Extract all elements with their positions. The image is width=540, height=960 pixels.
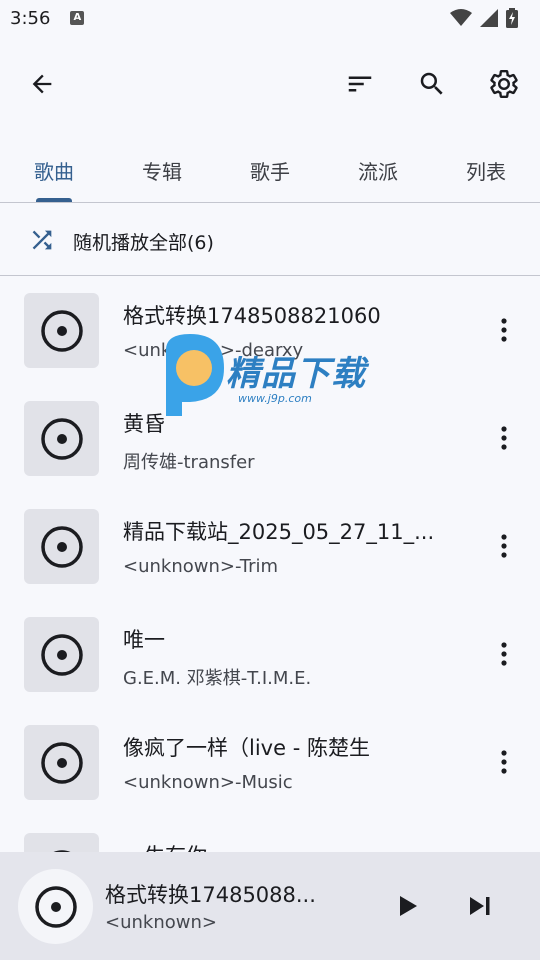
more-vert-icon <box>501 426 507 450</box>
mini-player-title: 格式转换17485088... <box>105 883 316 907</box>
song-subtitle: 周传雄-transfer <box>123 452 255 473</box>
more-vert-icon <box>501 642 507 666</box>
search-button[interactable] <box>408 60 456 108</box>
song-subtitle: <unknown>-Trim <box>123 556 279 577</box>
more-vert-icon <box>501 534 507 558</box>
back-button[interactable] <box>18 60 66 108</box>
tab-playlists[interactable]: 列表 <box>432 140 540 200</box>
skip-next-icon <box>470 897 490 915</box>
tab-indicator <box>36 198 72 202</box>
battery-icon <box>506 8 518 28</box>
song-title: 一生有你 <box>123 840 453 852</box>
tab-songs[interactable]: 歌曲 <box>0 140 108 200</box>
song-subtitle: <unknown>-Music <box>123 772 293 793</box>
tab-genres[interactable]: 流派 <box>324 140 432 200</box>
more-options-button[interactable] <box>480 306 528 354</box>
tab-bar: 歌曲 专辑 歌手 流派 列表 <box>0 140 540 203</box>
disc-icon <box>40 417 83 460</box>
mini-player[interactable]: 格式转换17485088... <unknown> <box>0 852 540 960</box>
app-bar <box>0 52 540 116</box>
more-options-button[interactable] <box>480 630 528 678</box>
song-subtitle: G.E.M. 邓紫棋-T.I.M.E. <box>123 668 312 689</box>
album-cover <box>24 401 99 476</box>
album-cover <box>24 617 99 692</box>
disc-icon <box>40 525 83 568</box>
song-row[interactable]: 格式转换1748508821060 <unknown>-dearxy <box>0 276 540 384</box>
a-icon: A <box>70 11 85 25</box>
song-title: 黄昏 <box>123 412 165 436</box>
song-row[interactable]: 唯一 G.E.M. 邓紫棋-T.I.M.E. <box>0 600 540 708</box>
next-button[interactable] <box>456 882 504 930</box>
song-title: 精品下载站_2025_05_27_11_... <box>123 520 435 544</box>
song-row[interactable]: 黄昏 周传雄-transfer <box>0 384 540 492</box>
song-list: 格式转换1748508821060 <unknown>-dearxy 黄昏 周传… <box>0 276 540 852</box>
status-icons <box>450 8 518 28</box>
mini-player-subtitle: <unknown> <box>105 912 217 933</box>
tab-albums[interactable]: 专辑 <box>108 140 216 200</box>
more-vert-icon <box>501 318 507 342</box>
wifi-icon <box>450 9 472 26</box>
disc-icon <box>40 633 83 676</box>
arrow-back-icon <box>32 74 52 94</box>
disc-icon <box>40 741 83 784</box>
album-cover <box>24 725 99 800</box>
album-cover <box>24 293 99 368</box>
song-title: 像疯了一样（live - 陈楚生 <box>123 736 370 760</box>
mini-player-cover <box>18 869 93 944</box>
disc-icon <box>40 309 83 352</box>
signal-icon <box>480 9 498 27</box>
song-title: 格式转换1748508821060 <box>123 304 381 328</box>
more-vert-icon <box>501 750 507 774</box>
play-button[interactable] <box>384 882 432 930</box>
more-options-button[interactable] <box>480 738 528 786</box>
more-options-button[interactable] <box>480 414 528 462</box>
song-row[interactable]: 一生有你 <box>0 816 540 852</box>
shuffle-icon <box>32 230 52 250</box>
shuffle-all-button[interactable]: 随机播放全部(6) <box>0 204 540 276</box>
album-cover <box>24 509 99 584</box>
album-cover <box>24 833 99 852</box>
song-title: 唯一 <box>123 628 165 652</box>
status-bar: 3:56 A <box>0 0 540 36</box>
play-icon <box>400 896 417 916</box>
search-icon <box>420 72 443 95</box>
gear-icon <box>490 70 518 98</box>
song-row[interactable]: 精品下载站_2025_05_27_11_... <unknown>-Trim <box>0 492 540 600</box>
song-subtitle: <unknown>-dearxy <box>123 340 304 361</box>
disc-icon <box>34 885 77 928</box>
shuffle-label: 随机播放全部(6) <box>73 232 214 254</box>
sort-icon <box>348 76 372 92</box>
more-options-button[interactable] <box>480 522 528 570</box>
sort-button[interactable] <box>336 60 384 108</box>
song-row[interactable]: 像疯了一样（live - 陈楚生 <unknown>-Music <box>0 708 540 816</box>
status-time: 3:56 <box>10 7 51 29</box>
tab-artists[interactable]: 歌手 <box>216 140 324 200</box>
settings-button[interactable] <box>480 60 528 108</box>
